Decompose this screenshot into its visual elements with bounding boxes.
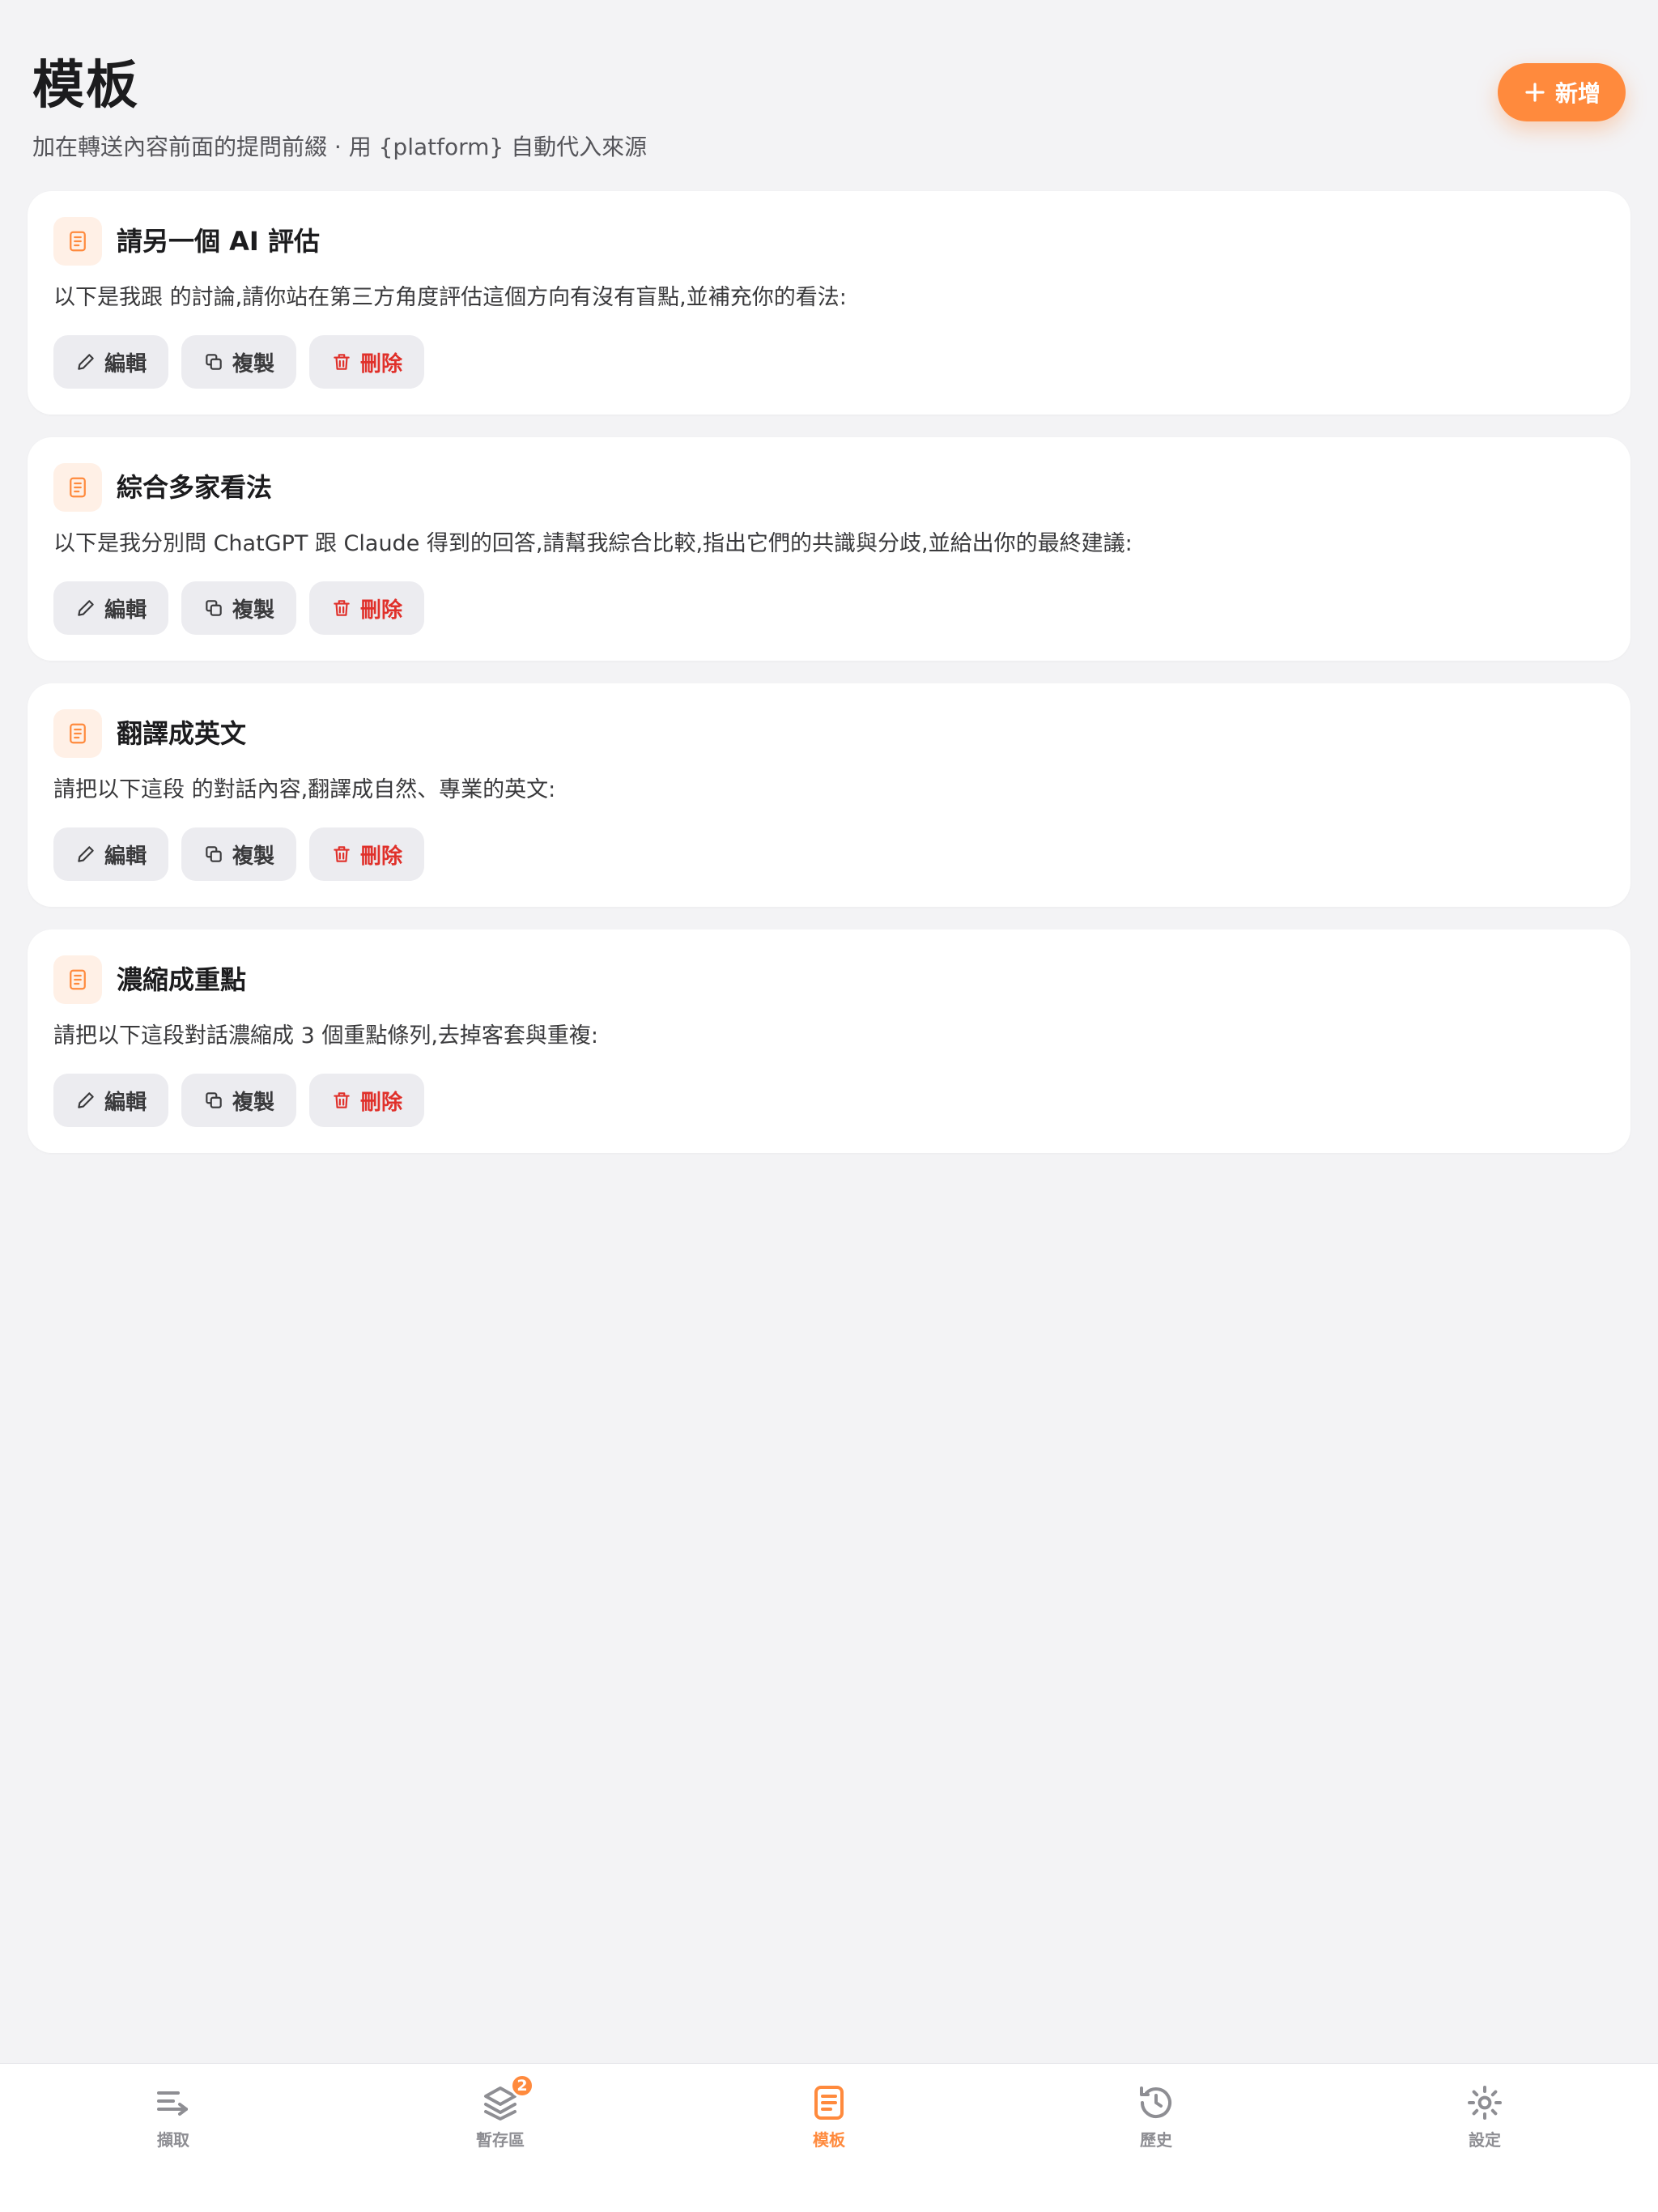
page-subtitle: 加在轉送內容前面的提問前綴 · 用 {platform} 自動代入來源	[32, 134, 648, 160]
tab-settings[interactable]: 設定	[1404, 2083, 1566, 2189]
history-icon	[1140, 2087, 1171, 2119]
trash-icon	[334, 846, 350, 862]
copy-label: 複製	[232, 844, 274, 869]
copy-icon	[206, 846, 222, 862]
copy-label: 複製	[232, 351, 274, 376]
page-header: 模板 加在轉送內容前面的提問前綴 · 用 {platform} 自動代入來源 新…	[32, 53, 1626, 167]
delete-label: 刪除	[359, 1090, 402, 1115]
edit-label: 編輯	[104, 844, 147, 869]
tab-history[interactable]: 歷史	[1075, 2083, 1237, 2189]
edit-button[interactable]: 編輯	[53, 1074, 168, 1127]
tab-label: 擷取	[157, 2130, 189, 2150]
delete-button[interactable]: 刪除	[309, 581, 424, 635]
copy-button[interactable]: 複製	[181, 335, 296, 389]
edit-label: 編輯	[104, 351, 147, 376]
edit-label: 編輯	[104, 598, 147, 623]
template-body: 請把以下這段 的對話內容,翻譯成自然、專業的英文:	[53, 777, 556, 802]
template-body: 以下是我分別問 ChatGPT 跟 Claude 得到的回答,請幫我綜合比較,指…	[53, 531, 1133, 556]
copy-icon	[206, 600, 222, 616]
template-body: 以下是我跟 的討論,請你站在第三方角度評估這個方向有沒有盲點,並補充你的看法:	[53, 285, 847, 310]
pencil-icon	[78, 846, 94, 862]
edit-label: 編輯	[104, 1090, 147, 1115]
template-body: 請把以下這段對話濃縮成 3 個重點條列,去掉客套與重複:	[53, 1023, 599, 1049]
add-button-label: 新增	[1554, 80, 1601, 107]
template-actions: 編輯 複製 刪除	[53, 581, 424, 635]
document-icon	[53, 217, 102, 266]
page-title: 模板	[32, 56, 139, 116]
delete-button[interactable]: 刪除	[309, 335, 424, 389]
copy-label: 複製	[232, 1090, 274, 1115]
tab-label: 暫存區	[476, 2130, 525, 2150]
template-actions: 編輯 複製 刪除	[53, 335, 424, 389]
delete-label: 刪除	[359, 598, 402, 623]
templates-page: 模板 加在轉送內容前面的提問前綴 · 用 {platform} 自動代入來源 新…	[0, 0, 1658, 2212]
tab-bar: 擷取 2 暫存區 模板 歷史 設定	[0, 2063, 1658, 2212]
pencil-icon	[78, 354, 94, 370]
document-icon	[53, 463, 102, 512]
template-title: 綜合多家看法	[117, 472, 273, 503]
tab-templates[interactable]: 模板	[748, 2083, 910, 2189]
copy-button[interactable]: 複製	[181, 581, 296, 635]
template-list: 請另一個 AI 評估 以下是我跟 的討論,請你站在第三方角度評估這個方向有沒有盲…	[28, 191, 1630, 1176]
template-title: 翻譯成英文	[117, 718, 247, 749]
pencil-icon	[78, 600, 94, 616]
template-title: 請另一個 AI 評估	[117, 226, 320, 257]
delete-button[interactable]: 刪除	[309, 1074, 424, 1127]
pencil-icon	[78, 1092, 94, 1108]
delete-label: 刪除	[359, 351, 402, 376]
tab-label: 歷史	[1140, 2130, 1172, 2150]
template-card[interactable]: 翻譯成英文 請把以下這段 的對話內容,翻譯成自然、專業的英文: 編輯 複製 刪除	[28, 683, 1630, 907]
staging-count-badge: 2	[510, 2074, 534, 2098]
copy-icon	[206, 354, 222, 370]
tab-capture[interactable]: 擷取	[92, 2083, 254, 2189]
trash-icon	[334, 1092, 350, 1108]
template-card[interactable]: 濃縮成重點 請把以下這段對話濃縮成 3 個重點條列,去掉客套與重複: 編輯 複製…	[28, 929, 1630, 1153]
template-actions: 編輯 複製 刪除	[53, 827, 424, 881]
delete-label: 刪除	[359, 844, 402, 869]
template-card[interactable]: 綜合多家看法 以下是我分別問 ChatGPT 跟 Claude 得到的回答,請幫…	[28, 437, 1630, 661]
copy-label: 複製	[232, 598, 274, 623]
settings-icon	[1468, 2086, 1502, 2120]
template-title: 濃縮成重點	[117, 964, 247, 995]
trash-icon	[334, 600, 350, 616]
document-icon	[53, 955, 102, 1004]
template-icon	[814, 2086, 844, 2120]
tab-label: 模板	[813, 2130, 845, 2150]
trash-icon	[334, 354, 350, 370]
copy-icon	[206, 1092, 222, 1108]
template-actions: 編輯 複製 刪除	[53, 1074, 424, 1127]
capture-icon	[157, 2091, 188, 2116]
tab-staging[interactable]: 2 暫存區	[419, 2074, 581, 2189]
delete-button[interactable]: 刪除	[309, 827, 424, 881]
template-card[interactable]: 請另一個 AI 評估 以下是我跟 的討論,請你站在第三方角度評估這個方向有沒有盲…	[28, 191, 1630, 415]
add-template-button[interactable]: 新增	[1498, 63, 1626, 121]
edit-button[interactable]: 編輯	[53, 581, 168, 635]
edit-button[interactable]: 編輯	[53, 827, 168, 881]
document-icon	[53, 709, 102, 758]
edit-button[interactable]: 編輯	[53, 335, 168, 389]
tab-label: 設定	[1469, 2130, 1501, 2150]
copy-button[interactable]: 複製	[181, 1074, 296, 1127]
plus-icon	[1525, 83, 1545, 102]
copy-button[interactable]: 複製	[181, 827, 296, 881]
